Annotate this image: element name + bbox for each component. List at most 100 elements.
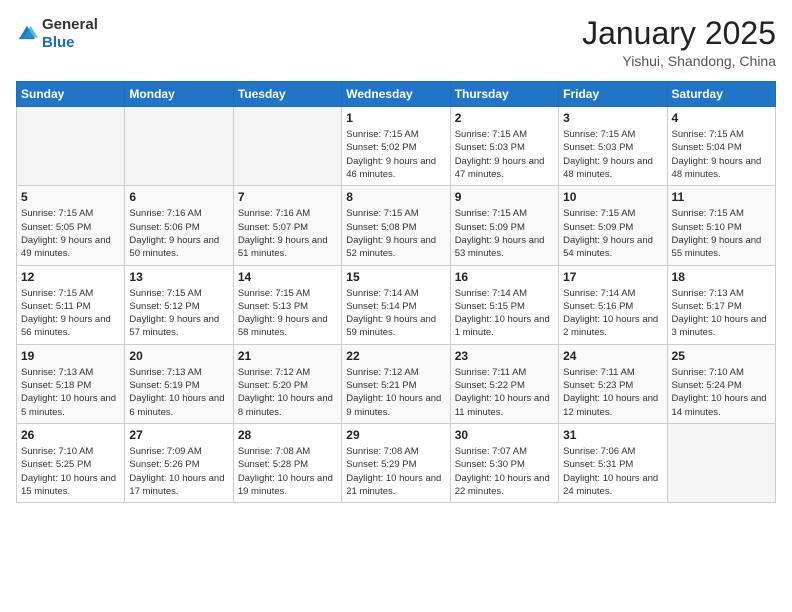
day-number: 24 <box>563 349 662 363</box>
logo-general: General <box>42 16 98 33</box>
calendar-cell-0-6: 4 Sunrise: 7:15 AM Sunset: 5:04 PM Daylig… <box>667 107 775 186</box>
day-number: 31 <box>563 428 662 442</box>
day-info: Sunrise: 7:14 AM Sunset: 5:15 PM Dayligh… <box>455 287 554 340</box>
calendar-cell-3-4: 23 Sunrise: 7:11 AM Sunset: 5:22 PM Dayli… <box>450 344 558 423</box>
day-info: Sunrise: 7:13 AM Sunset: 5:17 PM Dayligh… <box>672 287 771 340</box>
calendar-cell-1-5: 10 Sunrise: 7:15 AM Sunset: 5:09 PM Dayli… <box>559 186 667 265</box>
day-number: 12 <box>21 270 120 284</box>
calendar-cell-0-5: 3 Sunrise: 7:15 AM Sunset: 5:03 PM Daylig… <box>559 107 667 186</box>
weekday-header-friday: Friday <box>559 82 667 107</box>
day-number: 5 <box>21 190 120 204</box>
calendar-cell-3-2: 21 Sunrise: 7:12 AM Sunset: 5:20 PM Dayli… <box>233 344 341 423</box>
day-info: Sunrise: 7:15 AM Sunset: 5:05 PM Dayligh… <box>21 207 120 260</box>
day-number: 28 <box>238 428 337 442</box>
day-number: 22 <box>346 349 445 363</box>
calendar-cell-0-1 <box>125 107 233 186</box>
day-number: 21 <box>238 349 337 363</box>
day-info: Sunrise: 7:15 AM Sunset: 5:04 PM Dayligh… <box>672 128 771 181</box>
day-info: Sunrise: 7:08 AM Sunset: 5:28 PM Dayligh… <box>238 445 337 498</box>
day-number: 2 <box>455 111 554 125</box>
day-number: 23 <box>455 349 554 363</box>
day-number: 15 <box>346 270 445 284</box>
weekday-header-tuesday: Tuesday <box>233 82 341 107</box>
day-info: Sunrise: 7:15 AM Sunset: 5:11 PM Dayligh… <box>21 287 120 340</box>
calendar-cell-2-6: 18 Sunrise: 7:13 AM Sunset: 5:17 PM Dayli… <box>667 265 775 344</box>
calendar-cell-2-0: 12 Sunrise: 7:15 AM Sunset: 5:11 PM Dayli… <box>17 265 125 344</box>
day-info: Sunrise: 7:13 AM Sunset: 5:19 PM Dayligh… <box>129 366 228 419</box>
day-number: 30 <box>455 428 554 442</box>
day-info: Sunrise: 7:14 AM Sunset: 5:14 PM Dayligh… <box>346 287 445 340</box>
day-info: Sunrise: 7:15 AM Sunset: 5:02 PM Dayligh… <box>346 128 445 181</box>
calendar-cell-4-2: 28 Sunrise: 7:08 AM Sunset: 5:28 PM Dayli… <box>233 423 341 502</box>
week-row-1: 1 Sunrise: 7:15 AM Sunset: 5:02 PM Daylig… <box>17 107 776 186</box>
day-number: 4 <box>672 111 771 125</box>
day-info: Sunrise: 7:11 AM Sunset: 5:22 PM Dayligh… <box>455 366 554 419</box>
calendar-cell-2-1: 13 Sunrise: 7:15 AM Sunset: 5:12 PM Dayli… <box>125 265 233 344</box>
calendar-cell-1-4: 9 Sunrise: 7:15 AM Sunset: 5:09 PM Daylig… <box>450 186 558 265</box>
day-info: Sunrise: 7:09 AM Sunset: 5:26 PM Dayligh… <box>129 445 228 498</box>
day-info: Sunrise: 7:13 AM Sunset: 5:18 PM Dayligh… <box>21 366 120 419</box>
month-title: January 2025 <box>582 16 776 51</box>
day-info: Sunrise: 7:12 AM Sunset: 5:20 PM Dayligh… <box>238 366 337 419</box>
calendar-cell-3-3: 22 Sunrise: 7:12 AM Sunset: 5:21 PM Dayli… <box>342 344 450 423</box>
calendar-cell-3-6: 25Sunrise: 7:10 AM Sunset: 5:24 PM Dayli… <box>667 344 775 423</box>
day-number: 18 <box>672 270 771 284</box>
calendar-cell-4-3: 29Sunrise: 7:08 AM Sunset: 5:29 PM Dayli… <box>342 423 450 502</box>
calendar-cell-0-3: 1 Sunrise: 7:15 AM Sunset: 5:02 PM Daylig… <box>342 107 450 186</box>
day-info: Sunrise: 7:15 AM Sunset: 5:03 PM Dayligh… <box>563 128 662 181</box>
day-info: Sunrise: 7:15 AM Sunset: 5:13 PM Dayligh… <box>238 287 337 340</box>
location-title: Yishui, Shandong, China <box>582 53 776 69</box>
logo-blue: Blue <box>42 34 75 51</box>
day-number: 1 <box>346 111 445 125</box>
calendar-cell-0-0 <box>17 107 125 186</box>
day-info: Sunrise: 7:15 AM Sunset: 5:12 PM Dayligh… <box>129 287 228 340</box>
day-info: Sunrise: 7:12 AM Sunset: 5:21 PM Dayligh… <box>346 366 445 419</box>
day-info: Sunrise: 7:15 AM Sunset: 5:10 PM Dayligh… <box>672 207 771 260</box>
page-header: General Blue January 2025 Yishui, Shando… <box>16 16 776 69</box>
day-info: Sunrise: 7:15 AM Sunset: 5:08 PM Dayligh… <box>346 207 445 260</box>
weekday-header-sunday: Sunday <box>17 82 125 107</box>
day-info: Sunrise: 7:10 AM Sunset: 5:25 PM Dayligh… <box>21 445 120 498</box>
day-number: 14 <box>238 270 337 284</box>
day-info: Sunrise: 7:08 AM Sunset: 5:29 PM Dayligh… <box>346 445 445 498</box>
day-number: 13 <box>129 270 228 284</box>
day-info: Sunrise: 7:15 AM Sunset: 5:09 PM Dayligh… <box>563 207 662 260</box>
day-number: 10 <box>563 190 662 204</box>
day-number: 16 <box>455 270 554 284</box>
calendar-cell-0-4: 2Sunrise: 7:15 AM Sunset: 5:03 PM Daylig… <box>450 107 558 186</box>
calendar-cell-4-0: 26Sunrise: 7:10 AM Sunset: 5:25 PM Dayli… <box>17 423 125 502</box>
day-number: 7 <box>238 190 337 204</box>
day-info: Sunrise: 7:11 AM Sunset: 5:23 PM Dayligh… <box>563 366 662 419</box>
day-number: 25 <box>672 349 771 363</box>
calendar-cell-3-1: 20 Sunrise: 7:13 AM Sunset: 5:19 PM Dayli… <box>125 344 233 423</box>
week-row-5: 26Sunrise: 7:10 AM Sunset: 5:25 PM Dayli… <box>17 423 776 502</box>
week-row-4: 19Sunrise: 7:13 AM Sunset: 5:18 PM Dayli… <box>17 344 776 423</box>
day-info: Sunrise: 7:14 AM Sunset: 5:16 PM Dayligh… <box>563 287 662 340</box>
calendar-cell-1-0: 5 Sunrise: 7:15 AM Sunset: 5:05 PM Daylig… <box>17 186 125 265</box>
day-number: 20 <box>129 349 228 363</box>
calendar-cell-1-3: 8Sunrise: 7:15 AM Sunset: 5:08 PM Daylig… <box>342 186 450 265</box>
day-info: Sunrise: 7:16 AM Sunset: 5:06 PM Dayligh… <box>129 207 228 260</box>
day-number: 11 <box>672 190 771 204</box>
calendar-cell-1-1: 6Sunrise: 7:16 AM Sunset: 5:06 PM Daylig… <box>125 186 233 265</box>
week-row-2: 5 Sunrise: 7:15 AM Sunset: 5:05 PM Daylig… <box>17 186 776 265</box>
day-info: Sunrise: 7:06 AM Sunset: 5:31 PM Dayligh… <box>563 445 662 498</box>
day-info: Sunrise: 7:07 AM Sunset: 5:30 PM Dayligh… <box>455 445 554 498</box>
day-number: 3 <box>563 111 662 125</box>
calendar-cell-1-2: 7 Sunrise: 7:16 AM Sunset: 5:07 PM Daylig… <box>233 186 341 265</box>
calendar-cell-1-6: 11 Sunrise: 7:15 AM Sunset: 5:10 PM Dayli… <box>667 186 775 265</box>
day-number: 27 <box>129 428 228 442</box>
weekday-header-row: SundayMondayTuesdayWednesdayThursdayFrid… <box>17 82 776 107</box>
day-info: Sunrise: 7:15 AM Sunset: 5:09 PM Dayligh… <box>455 207 554 260</box>
calendar-cell-2-2: 14 Sunrise: 7:15 AM Sunset: 5:13 PM Dayli… <box>233 265 341 344</box>
logo: General Blue <box>16 16 98 52</box>
weekday-header-wednesday: Wednesday <box>342 82 450 107</box>
weekday-header-saturday: Saturday <box>667 82 775 107</box>
day-number: 17 <box>563 270 662 284</box>
logo-text: General Blue <box>42 16 98 52</box>
calendar-cell-2-5: 17 Sunrise: 7:14 AM Sunset: 5:16 PM Dayli… <box>559 265 667 344</box>
day-info: Sunrise: 7:16 AM Sunset: 5:07 PM Dayligh… <box>238 207 337 260</box>
weekday-header-monday: Monday <box>125 82 233 107</box>
week-row-3: 12 Sunrise: 7:15 AM Sunset: 5:11 PM Dayli… <box>17 265 776 344</box>
day-number: 9 <box>455 190 554 204</box>
